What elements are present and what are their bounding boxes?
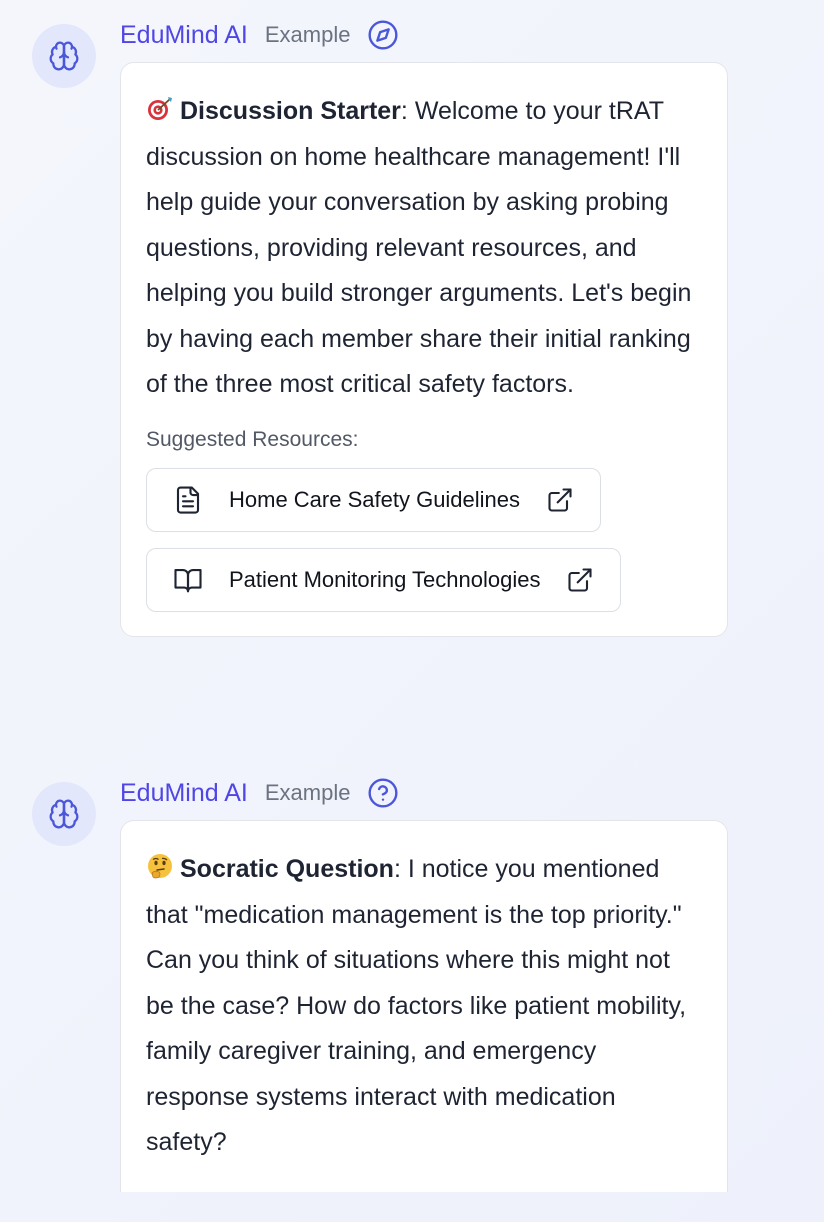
resources-label: Suggested Resources: (146, 427, 359, 451)
direct-hit-target-emoji (146, 93, 174, 121)
chat-viewport[interactable]: EduMind AI Example Discussion Starter: W… (0, 0, 824, 1192)
resource-label: Patient Monitoring Technologies (229, 566, 541, 592)
resource-list: Home Care Safety Guidelines Patient Moni… (146, 467, 703, 612)
question-circle-icon (367, 777, 399, 809)
message-card: Socratic Question: I notice you mentione… (120, 820, 728, 1192)
sender-name: EduMind AI (120, 778, 248, 807)
example-tag: Example (264, 780, 351, 805)
message-card: Discussion Starter: Welcome to your tRAT… (120, 62, 728, 637)
external-link-icon (548, 487, 572, 512)
brain-icon (49, 799, 79, 829)
message-body: Socratic Question: I notice you mentione… (146, 847, 703, 1166)
external-link-icon (568, 567, 593, 592)
assistant-avatar (32, 24, 96, 88)
message-lead: Socratic Question (180, 855, 394, 883)
resource-label: Home Care Safety Guidelines (229, 486, 521, 512)
message-text: : I notice you mentioned that "medicatio… (146, 855, 687, 1156)
resource-link-patient-monitoring-technologies[interactable]: Patient Monitoring Technologies (146, 547, 622, 612)
message-body: Discussion Starter: Welcome to your tRAT… (146, 89, 703, 408)
book-open-icon (174, 568, 202, 592)
thinking-face-emoji (146, 851, 174, 879)
sender-name: EduMind AI (120, 20, 248, 49)
document-icon (176, 485, 200, 514)
brain-icon (49, 41, 79, 71)
assistant-avatar (32, 782, 96, 846)
message-lead: Discussion Starter (180, 97, 401, 125)
message-header: EduMind AI Example (120, 18, 399, 52)
message-header: EduMind AI Example (120, 776, 399, 810)
resource-link-home-care-safety-guidelines[interactable]: Home Care Safety Guidelines (146, 467, 602, 532)
example-tag: Example (264, 22, 351, 47)
compass-icon (367, 19, 399, 51)
message-text: : Welcome to your tRAT discussion on hom… (146, 97, 692, 398)
